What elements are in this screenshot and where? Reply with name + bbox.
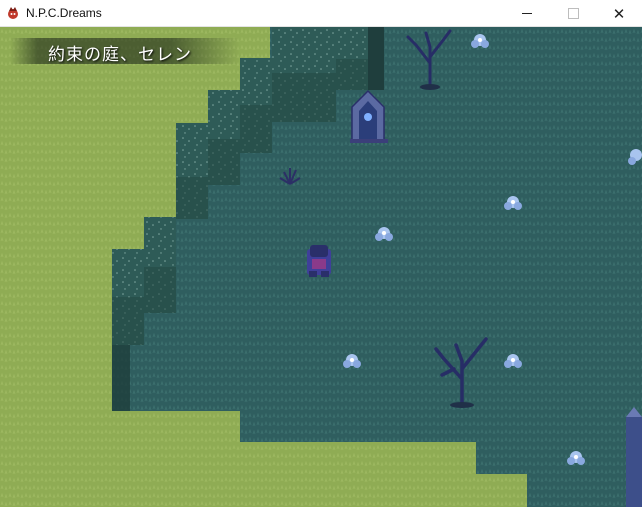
close-button[interactable]: ✕ [596,0,642,27]
window-titlebar: N.P.C.Dreams ✕ [0,0,642,27]
map-scene [0,27,642,507]
game-app-icon [8,7,18,19]
game-viewport[interactable]: 約束の庭、セレン [0,27,642,507]
minimize-button[interactable] [504,0,550,27]
map-name: 約束の庭、セレン [48,45,192,65]
window-title: N.P.C.Dreams [26,6,102,20]
maximize-icon [567,8,579,19]
player-character [307,245,331,277]
close-icon: ✕ [612,4,626,23]
minimize-icon [522,13,532,14]
map-name-banner: 約束の庭、セレン [10,38,240,65]
maximize-button[interactable] [550,0,596,27]
stone-pillar [626,407,642,507]
